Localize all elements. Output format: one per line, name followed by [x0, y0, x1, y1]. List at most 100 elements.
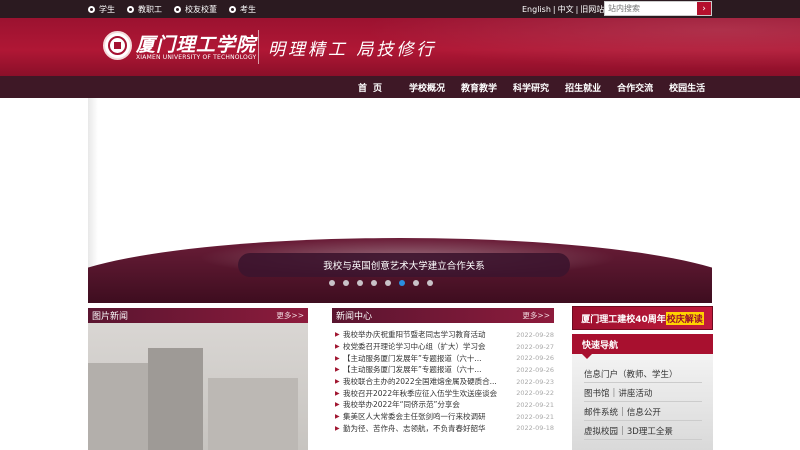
news-date: 2022-09-21	[516, 400, 554, 409]
language-switcher: English | 中文 | 旧网站	[522, 0, 604, 18]
news-date: 2022-09-23	[516, 377, 554, 386]
quick-link-disclosure[interactable]: 信息公开	[627, 406, 661, 418]
audience-link-students[interactable]: 学生	[88, 4, 115, 15]
school-name-en: XIAMEN UNIVERSITY OF TECHNOLOGY	[136, 54, 257, 61]
quick-nav-panel: 信息门户（教师、学生） 图书馆 | 讲座活动 邮件系统 | 信息公开 虚拟校园 | 3D理工…	[572, 354, 713, 450]
audience-link-alumni[interactable]: 校友校董	[174, 4, 217, 15]
carousel-dot[interactable]	[357, 280, 363, 286]
news-item[interactable]: ▶ 校党委召开理论学习中心组（扩大）学习会 2022-09-27	[332, 341, 554, 353]
news-center-section: 新闻中心 更多>> ▶ 我校举办庆祝重阳节暨老同志学习教育活动 2022-09-28…	[332, 308, 554, 450]
nav-item-research[interactable]: 科学研究	[505, 76, 557, 98]
bullet-icon	[229, 5, 236, 13]
news-item[interactable]: ▶ 我校举办庆祝重阳节暨老同志学习教育活动 2022-09-28	[332, 329, 554, 341]
more-link[interactable]: 更多>>	[276, 310, 304, 321]
photo-news-image[interactable]	[88, 323, 308, 450]
audience-link-label: 教职工	[138, 4, 162, 14]
more-link[interactable]: 更多>>	[522, 310, 550, 321]
news-date: 2022-09-22	[516, 389, 554, 398]
nav-item-education[interactable]: 教育教学	[453, 76, 505, 98]
quick-nav-header: 快速导航	[572, 334, 713, 359]
news-item[interactable]: ▶ 集美区人大常委会主任张剑鸣一行来校调研 2022-09-21	[332, 411, 554, 423]
quick-link-lectures[interactable]: 讲座活动	[618, 387, 652, 399]
nav-item-home[interactable]: 首页	[345, 76, 401, 98]
carousel-dot[interactable]	[413, 280, 419, 286]
carousel-dot-active[interactable]	[399, 280, 405, 286]
section-header: 新闻中心 更多>>	[332, 308, 554, 323]
school-name-cn: 厦门理工学院	[136, 34, 257, 56]
divider: |	[575, 4, 579, 14]
header-divider	[258, 30, 259, 64]
carousel-dot[interactable]	[343, 280, 349, 286]
nav-item-admissions[interactable]: 招生就业	[557, 76, 609, 98]
nav-item-cooperation[interactable]: 合作交流	[609, 76, 661, 98]
arrow-icon: ▶	[335, 401, 340, 409]
carousel-dot[interactable]	[385, 280, 391, 286]
audience-link-applicants[interactable]: 考生	[229, 4, 256, 15]
carousel-dot[interactable]	[329, 280, 335, 286]
school-seal-logo[interactable]	[103, 31, 132, 60]
bullet-icon	[174, 5, 181, 13]
section-title: 图片新闻	[92, 312, 129, 322]
arrow-icon: ▶	[335, 389, 340, 397]
news-item[interactable]: ▶ 【主动服务厦门发展年”专题报道（六十... 2022-09-26	[332, 352, 554, 364]
quick-nav-row: 邮件系统 | 信息公开	[584, 404, 702, 421]
divider: |	[552, 4, 556, 14]
bullet-icon	[127, 5, 134, 13]
anniversary-text: 厦门理工建校40周年	[581, 314, 666, 325]
audience-link-label: 学生	[99, 4, 115, 14]
quick-link-portal[interactable]: 信息门户（教师、学生）	[584, 368, 678, 380]
arrow-icon: ▶	[335, 343, 340, 351]
quick-link-mail[interactable]: 邮件系统	[584, 406, 618, 418]
news-date: 2022-09-26	[516, 354, 554, 363]
news-list: ▶ 我校举办庆祝重阳节暨老同志学习教育活动 2022-09-28 ▶ 校党委召开理论学…	[332, 323, 554, 434]
news-date: 2022-09-26	[516, 365, 554, 374]
news-item[interactable]: ▶ 我校召开2022年秋季应征入伍学生欢送座谈会 2022-09-22	[332, 387, 554, 399]
carousel-dot[interactable]	[371, 280, 377, 286]
audience-link-staff[interactable]: 教职工	[127, 4, 162, 15]
search-button[interactable]: ›	[697, 2, 711, 15]
news-item[interactable]: ▶ 勤为径、苦作舟、志领航，不负青春好韶华 2022-09-18	[332, 423, 554, 435]
search-input[interactable]	[605, 2, 697, 15]
anniversary-banner[interactable]: 厦门理工建校40周年 校庆解读	[572, 306, 713, 330]
building-shape	[208, 378, 298, 450]
school-motto: 明理精工 局技修行	[268, 40, 437, 60]
lang-chinese-link[interactable]: 中文	[558, 4, 574, 15]
top-utility-bar: 学生 教职工 校友校董 考生 English| 中文| 旧网站 ›	[0, 0, 800, 18]
building-shape	[148, 348, 203, 450]
quick-link-library[interactable]: 图书馆	[584, 387, 610, 399]
nav-item-about[interactable]: 学校概况	[401, 76, 453, 98]
news-item[interactable]: ▶ 我校联合主办的2022全国难熔金属及硬质合... 2022-09-23	[332, 376, 554, 388]
quick-nav-row: 图书馆 | 讲座活动	[584, 385, 702, 402]
seal-ring	[108, 36, 127, 55]
audience-link-label: 校友校董	[185, 4, 217, 14]
news-date: 2022-09-28	[516, 330, 554, 339]
anniversary-highlight: 校庆解读	[665, 311, 704, 325]
news-title: 集美区人大常委会主任张剑鸣一行来校调研	[343, 412, 486, 422]
site-header: 厦门理工学院 XIAMEN UNIVERSITY OF TECHNOLOGY 明…	[0, 18, 800, 76]
arrow-icon: ▶	[335, 424, 340, 432]
carousel-caption[interactable]: 我校与英国创意艺术大学建立合作关系	[238, 253, 570, 277]
audience-link-label: 考生	[240, 4, 256, 14]
arrow-icon: ▶	[335, 331, 340, 339]
hero-carousel[interactable]: 我校与英国创意艺术大学建立合作关系	[88, 98, 712, 303]
quick-link-3d-panorama[interactable]: 3D理工全景	[627, 425, 673, 437]
divider: |	[621, 407, 624, 417]
news-date: 2022-09-18	[516, 424, 554, 433]
news-item[interactable]: ▶ 【主动服务厦门发展年”专题报道（六十... 2022-09-26	[332, 364, 554, 376]
audience-links: 学生 教职工 校友校董 考生	[88, 0, 256, 18]
news-title: 我校举办2022年“同侪示范”分享会	[343, 400, 460, 410]
news-title: 我校召开2022年秋季应征入伍学生欢送座谈会	[343, 388, 498, 398]
lang-english-link[interactable]: English	[522, 5, 551, 14]
news-item[interactable]: ▶ 我校举办2022年“同侪示范”分享会 2022-09-21	[332, 399, 554, 411]
divider: |	[612, 388, 616, 398]
quick-link-virtual-campus[interactable]: 虚拟校园	[584, 425, 618, 437]
news-title: 校党委召开理论学习中心组（扩大）学习会	[343, 342, 486, 352]
old-site-link[interactable]: 旧网站	[580, 4, 604, 15]
nav-item-campus-life[interactable]: 校园生活	[661, 76, 713, 98]
news-title: 勤为径、苦作舟、志领航，不负青春好韶华	[343, 423, 486, 433]
news-title: 我校举办庆祝重阳节暨老同志学习教育活动	[343, 330, 486, 340]
news-title: 【主动服务厦门发展年”专题报道（六十...	[343, 353, 482, 363]
quick-nav-row: 信息门户（教师、学生）	[584, 366, 702, 383]
carousel-dot[interactable]	[427, 280, 433, 286]
main-nav: 首页 学校概况 教育教学 科学研究 招生就业 合作交流 校园生活	[0, 76, 800, 98]
